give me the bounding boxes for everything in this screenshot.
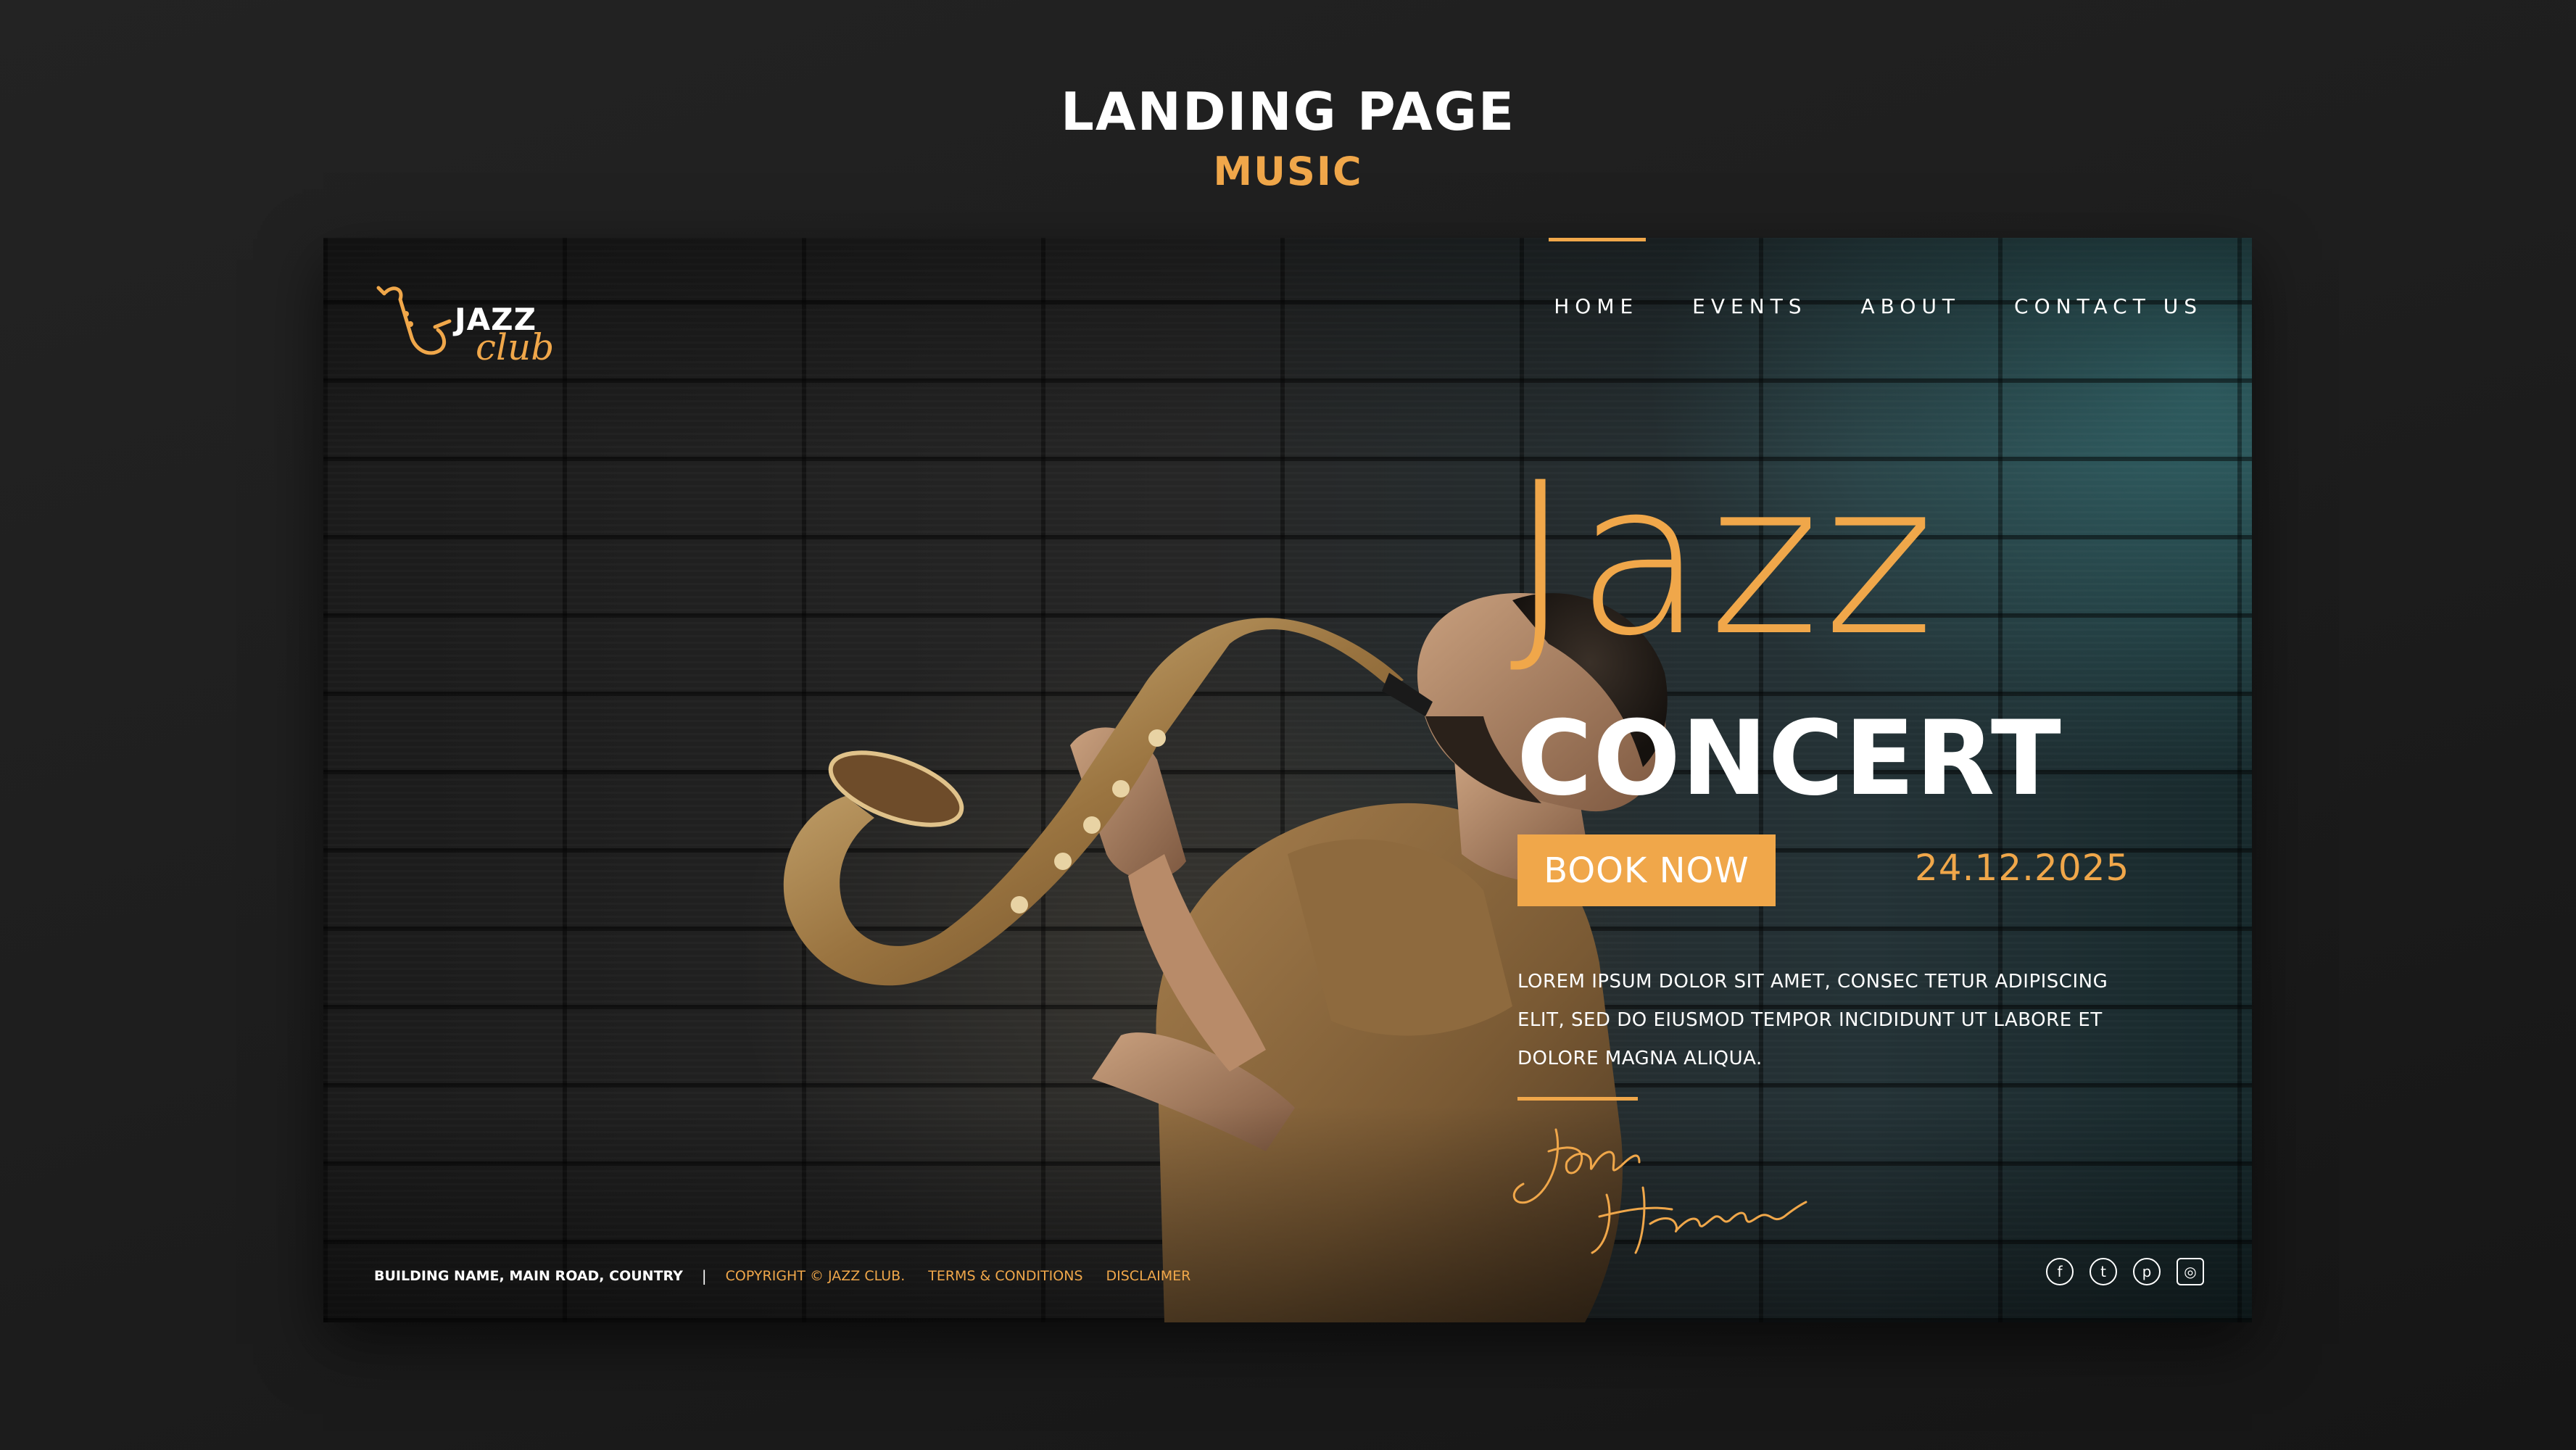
- footer-copyright: COPYRIGHT © JAZZ CLUB.: [725, 1268, 906, 1284]
- book-now-button[interactable]: BOOK NOW: [1517, 834, 1776, 906]
- landing-page-frame: JAZZ club HOME EVENTS ABOUT CONTACT US J…: [323, 238, 2252, 1322]
- event-date: 24.12.2025: [1915, 847, 2130, 889]
- footer-link-disclaimer[interactable]: DISCLAIMER: [1106, 1268, 1191, 1284]
- instagram-icon[interactable]: ◎: [2177, 1258, 2204, 1285]
- footer-address: BUILDING NAME, MAIN ROAD, COUNTRY: [374, 1268, 683, 1284]
- nav-item-contact-us[interactable]: CONTACT US: [2014, 294, 2203, 318]
- showcase-title: LANDING PAGE: [1061, 81, 1515, 142]
- nav-item-events[interactable]: EVENTS: [1692, 294, 1807, 318]
- footer-link-terms[interactable]: TERMS & CONDITIONS: [928, 1268, 1082, 1284]
- description-divider: [1517, 1097, 1638, 1101]
- footer-separator: |: [701, 1267, 707, 1285]
- hero-title-jazz: Jazz: [1509, 438, 1939, 682]
- showcase-subtitle: MUSIC: [1213, 149, 1363, 194]
- hero-title-concert: CONCERT: [1517, 699, 2062, 819]
- signature-john-harrison: [1513, 1128, 1807, 1254]
- twitter-icon[interactable]: t: [2090, 1258, 2117, 1285]
- logo-text-club: club: [476, 326, 555, 368]
- facebook-icon[interactable]: f: [2046, 1258, 2074, 1285]
- nav-active-indicator: [1549, 238, 1646, 241]
- footer: BUILDING NAME, MAIN ROAD, COUNTRY | COPY…: [374, 1267, 1190, 1285]
- social-links: f t p ◎: [2046, 1258, 2204, 1285]
- pinterest-icon[interactable]: p: [2133, 1258, 2161, 1285]
- hero-description: LOREM IPSUM DOLOR SIT AMET, CONSEC TETUR…: [1517, 971, 2108, 1069]
- main-nav: HOME EVENTS ABOUT CONTACT US: [1554, 294, 2203, 318]
- nav-item-about[interactable]: ABOUT: [1861, 294, 1961, 318]
- nav-item-home[interactable]: HOME: [1554, 294, 1639, 318]
